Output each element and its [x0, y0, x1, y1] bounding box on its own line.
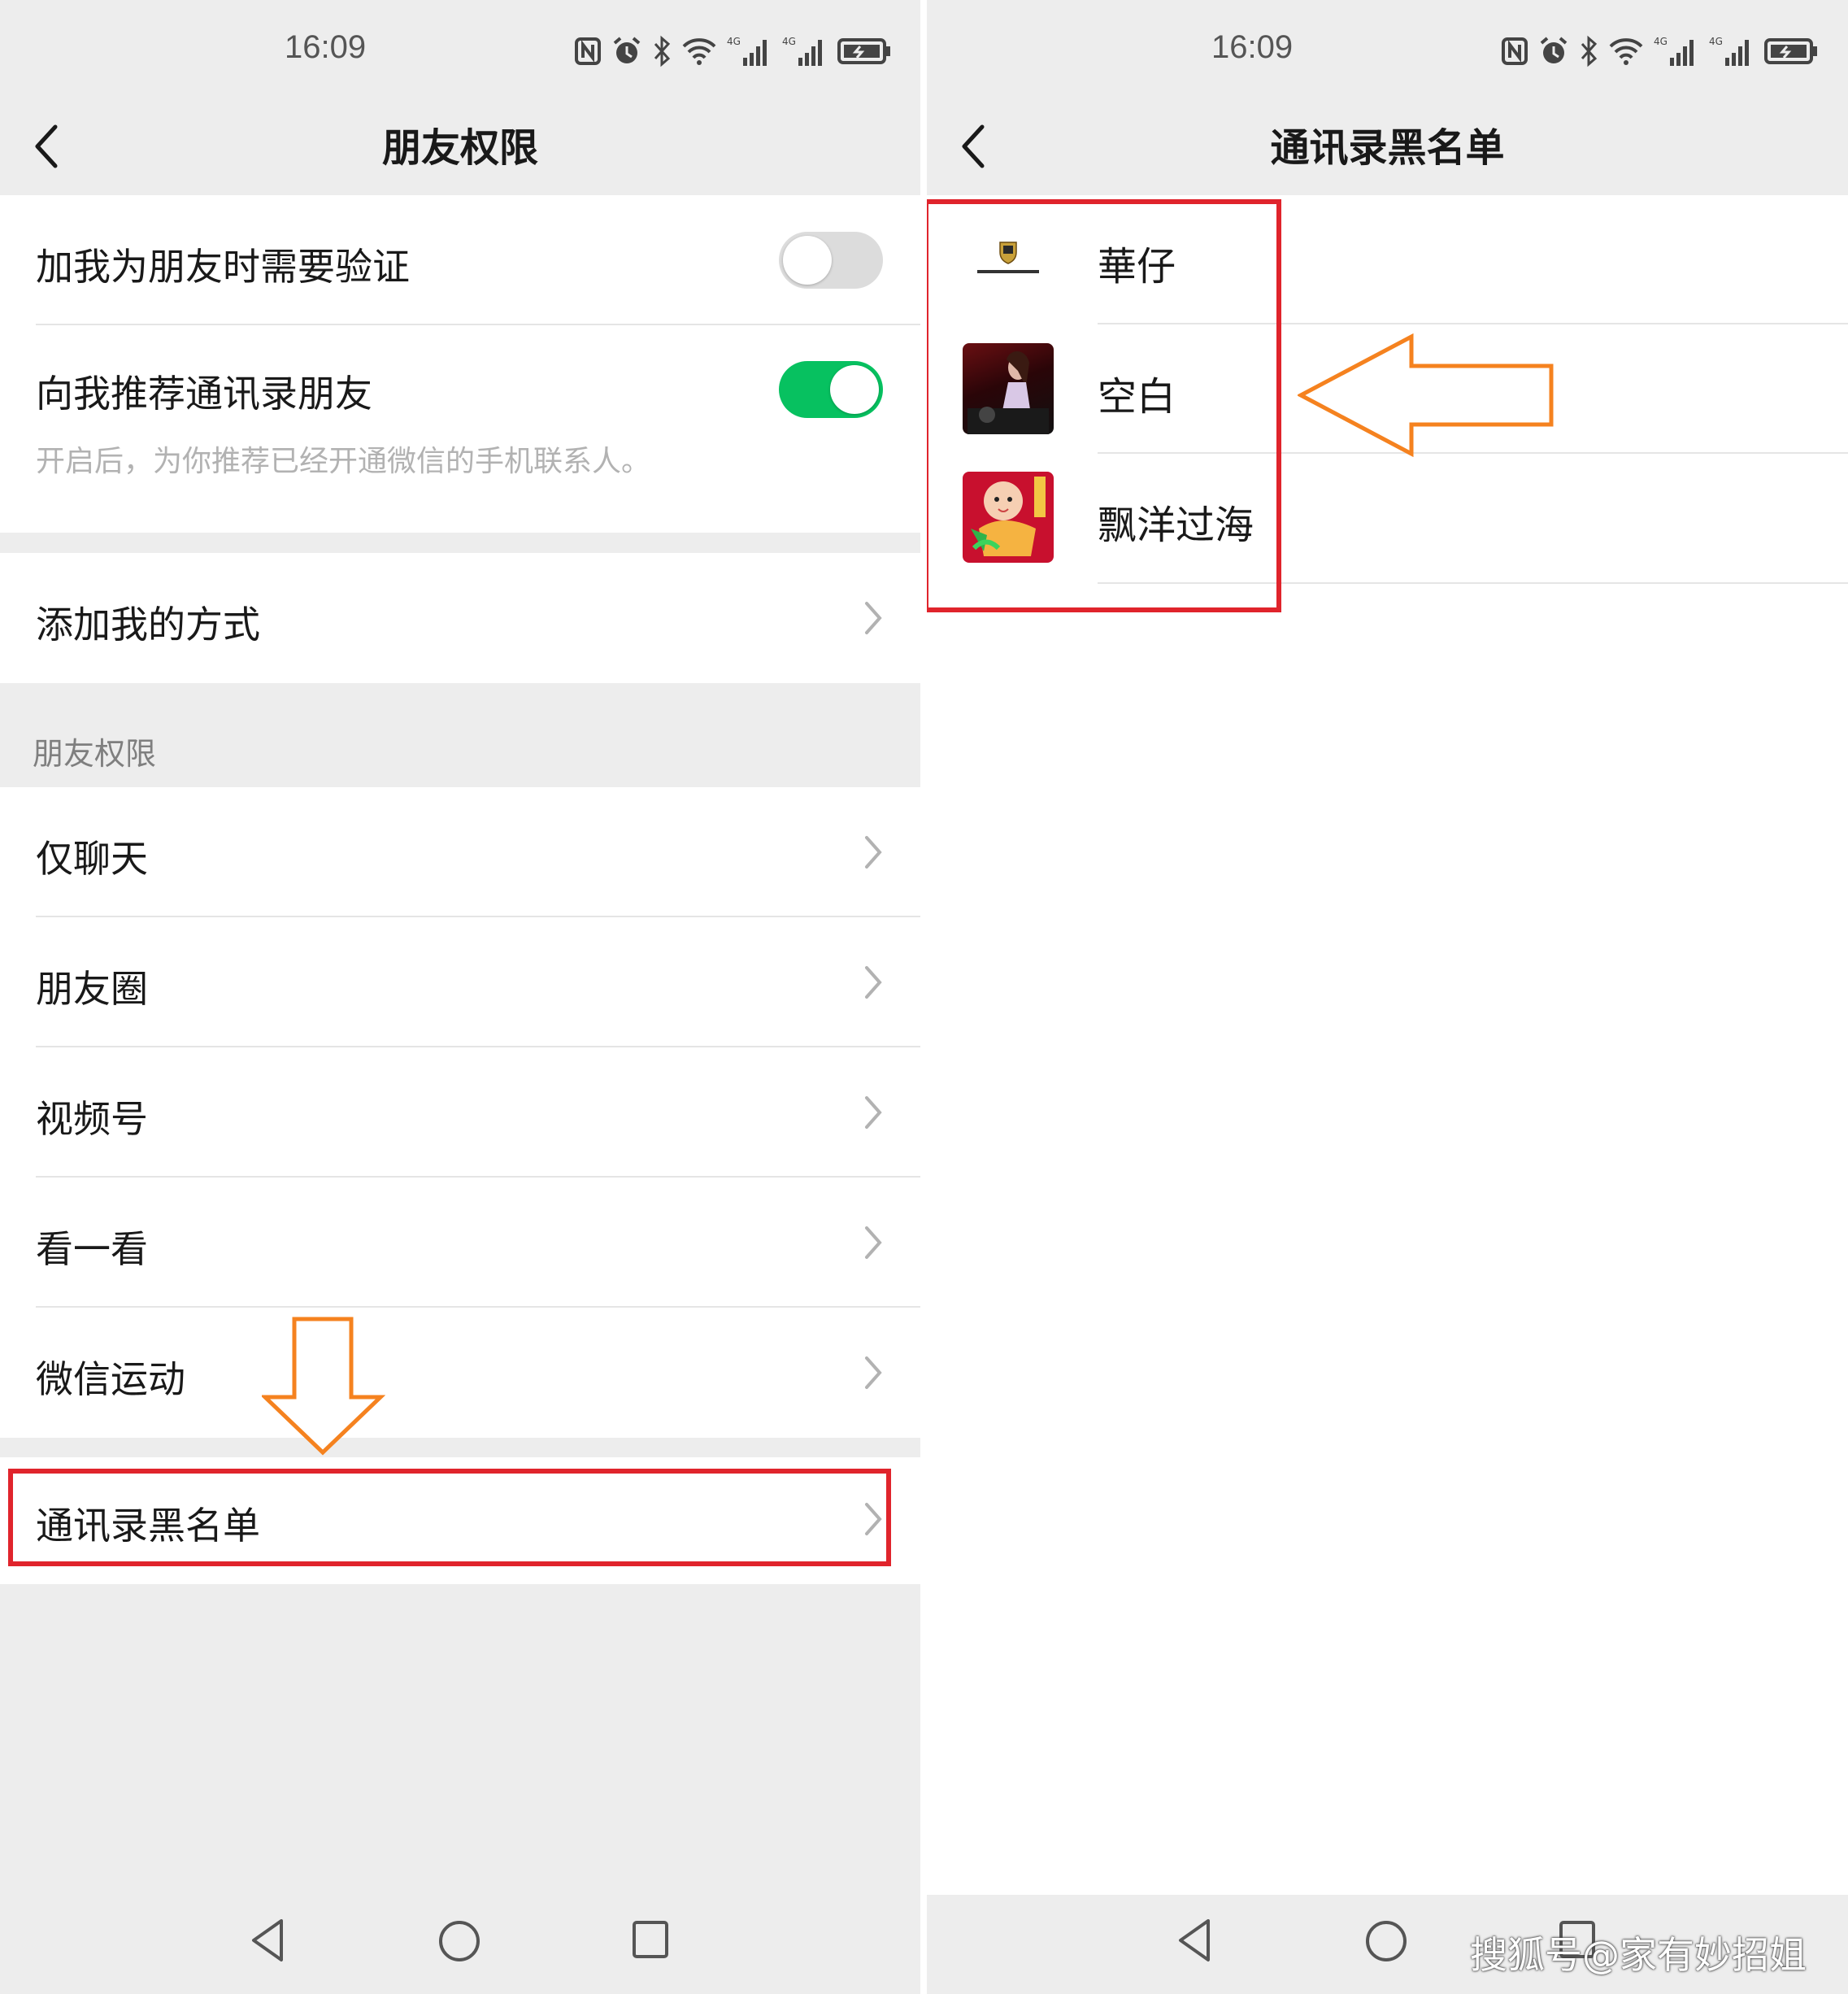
signal-icon: 4G [782, 36, 822, 66]
bluetooth-icon [654, 35, 671, 67]
highlight-box [927, 199, 1281, 612]
list-item-label: 微信运动 [36, 1357, 185, 1401]
svg-text:4G: 4G [727, 36, 741, 47]
add-method-row[interactable]: 添加我的方式 [0, 553, 920, 683]
chevron-right-icon [865, 1226, 882, 1259]
back-triangle-icon[interactable] [249, 1918, 286, 1963]
svg-text:4G: 4G [782, 36, 796, 47]
watermark: 搜狐号@家有妙招姐 [1470, 1933, 1807, 1977]
back-triangle-icon[interactable] [1176, 1918, 1213, 1963]
nfc-icon [1502, 37, 1528, 65]
list-item-label: 仅聊天 [36, 837, 148, 881]
svg-text:4G: 4G [1654, 36, 1668, 47]
friend-permissions-screen: 16:09 4G 4G 朋友权限 加我为朋友时需要验证 向我推荐通讯录朋友 开启… [0, 0, 920, 1994]
home-circle-icon[interactable] [1364, 1919, 1408, 1963]
add-method-label: 添加我的方式 [36, 603, 260, 647]
list-item-moments[interactable]: 朋友圈 [0, 917, 920, 1047]
chevron-right-icon [865, 1356, 882, 1389]
blacklist-screen: 16:09 4G 4G 通讯录黑名单 華仔 空白 飘洋过海 [927, 0, 1848, 1994]
list-item-top-stories[interactable]: 看一看 [0, 1178, 920, 1308]
status-time: 16:09 [285, 29, 367, 65]
chevron-right-icon [865, 966, 882, 999]
recent-square-icon[interactable] [631, 1919, 670, 1960]
signal-icon: 4G [727, 36, 767, 66]
list-item-label: 朋友圈 [36, 967, 148, 1011]
pointer-arrow-left-icon [1298, 333, 1554, 457]
toggle-knob [830, 365, 879, 414]
page-title: 通讯录黑名单 [1270, 125, 1505, 171]
list-item-werun[interactable]: 微信运动 [0, 1308, 920, 1438]
toggle-knob [783, 236, 832, 285]
battery-icon [1764, 38, 1817, 64]
panel-divider [920, 0, 927, 1994]
battery-icon [837, 38, 890, 64]
status-icons: 4G 4G [1501, 31, 1818, 72]
signal-icon: 4G [1654, 36, 1694, 66]
recommend-toggle-row[interactable]: 向我推荐通讯录朋友 开启后，为你推荐已经开通微信的手机联系人。 [0, 325, 920, 533]
status-time: 16:09 [1211, 29, 1294, 65]
alarm-icon [613, 37, 641, 63]
list-item-label: 视频号 [36, 1097, 148, 1141]
verify-label: 加我为朋友时需要验证 [36, 245, 410, 289]
chevron-right-icon [865, 836, 882, 869]
wifi-icon [1609, 38, 1643, 65]
nav-bar: 通讯录黑名单 [927, 98, 1848, 195]
status-bar: 16:09 4G 4G [0, 0, 920, 98]
recommend-hint: 开启后，为你推荐已经开通微信的手机联系人。 [36, 445, 651, 478]
home-circle-icon[interactable] [437, 1919, 481, 1963]
pointer-arrow-down-icon [262, 1317, 385, 1456]
list-item-chat-only[interactable]: 仅聊天 [0, 787, 920, 917]
bluetooth-icon [1581, 35, 1598, 67]
alarm-icon [1540, 37, 1568, 63]
status-icons: 4G 4G [574, 31, 891, 72]
verify-toggle-row[interactable]: 加我为朋友时需要验证 [0, 195, 920, 325]
section-title: 朋友权限 [33, 736, 157, 772]
nav-bar: 朋友权限 [0, 98, 920, 195]
list-item-label: 看一看 [36, 1227, 148, 1271]
nfc-icon [575, 37, 601, 65]
verify-toggle-switch[interactable] [779, 232, 883, 289]
highlight-box [8, 1469, 891, 1566]
status-bar: 16:09 4G 4G [927, 0, 1848, 98]
page-title: 朋友权限 [381, 125, 538, 171]
list-item-channels[interactable]: 视频号 [0, 1047, 920, 1178]
system-nav-bar [0, 1895, 920, 1991]
chevron-right-icon [865, 602, 882, 634]
svg-text:4G: 4G [1709, 36, 1723, 47]
wifi-icon [682, 38, 716, 65]
recommend-label: 向我推荐通讯录朋友 [36, 372, 372, 416]
signal-icon: 4G [1709, 36, 1749, 66]
recommend-toggle-switch[interactable] [779, 361, 883, 418]
chevron-right-icon [865, 1096, 882, 1129]
